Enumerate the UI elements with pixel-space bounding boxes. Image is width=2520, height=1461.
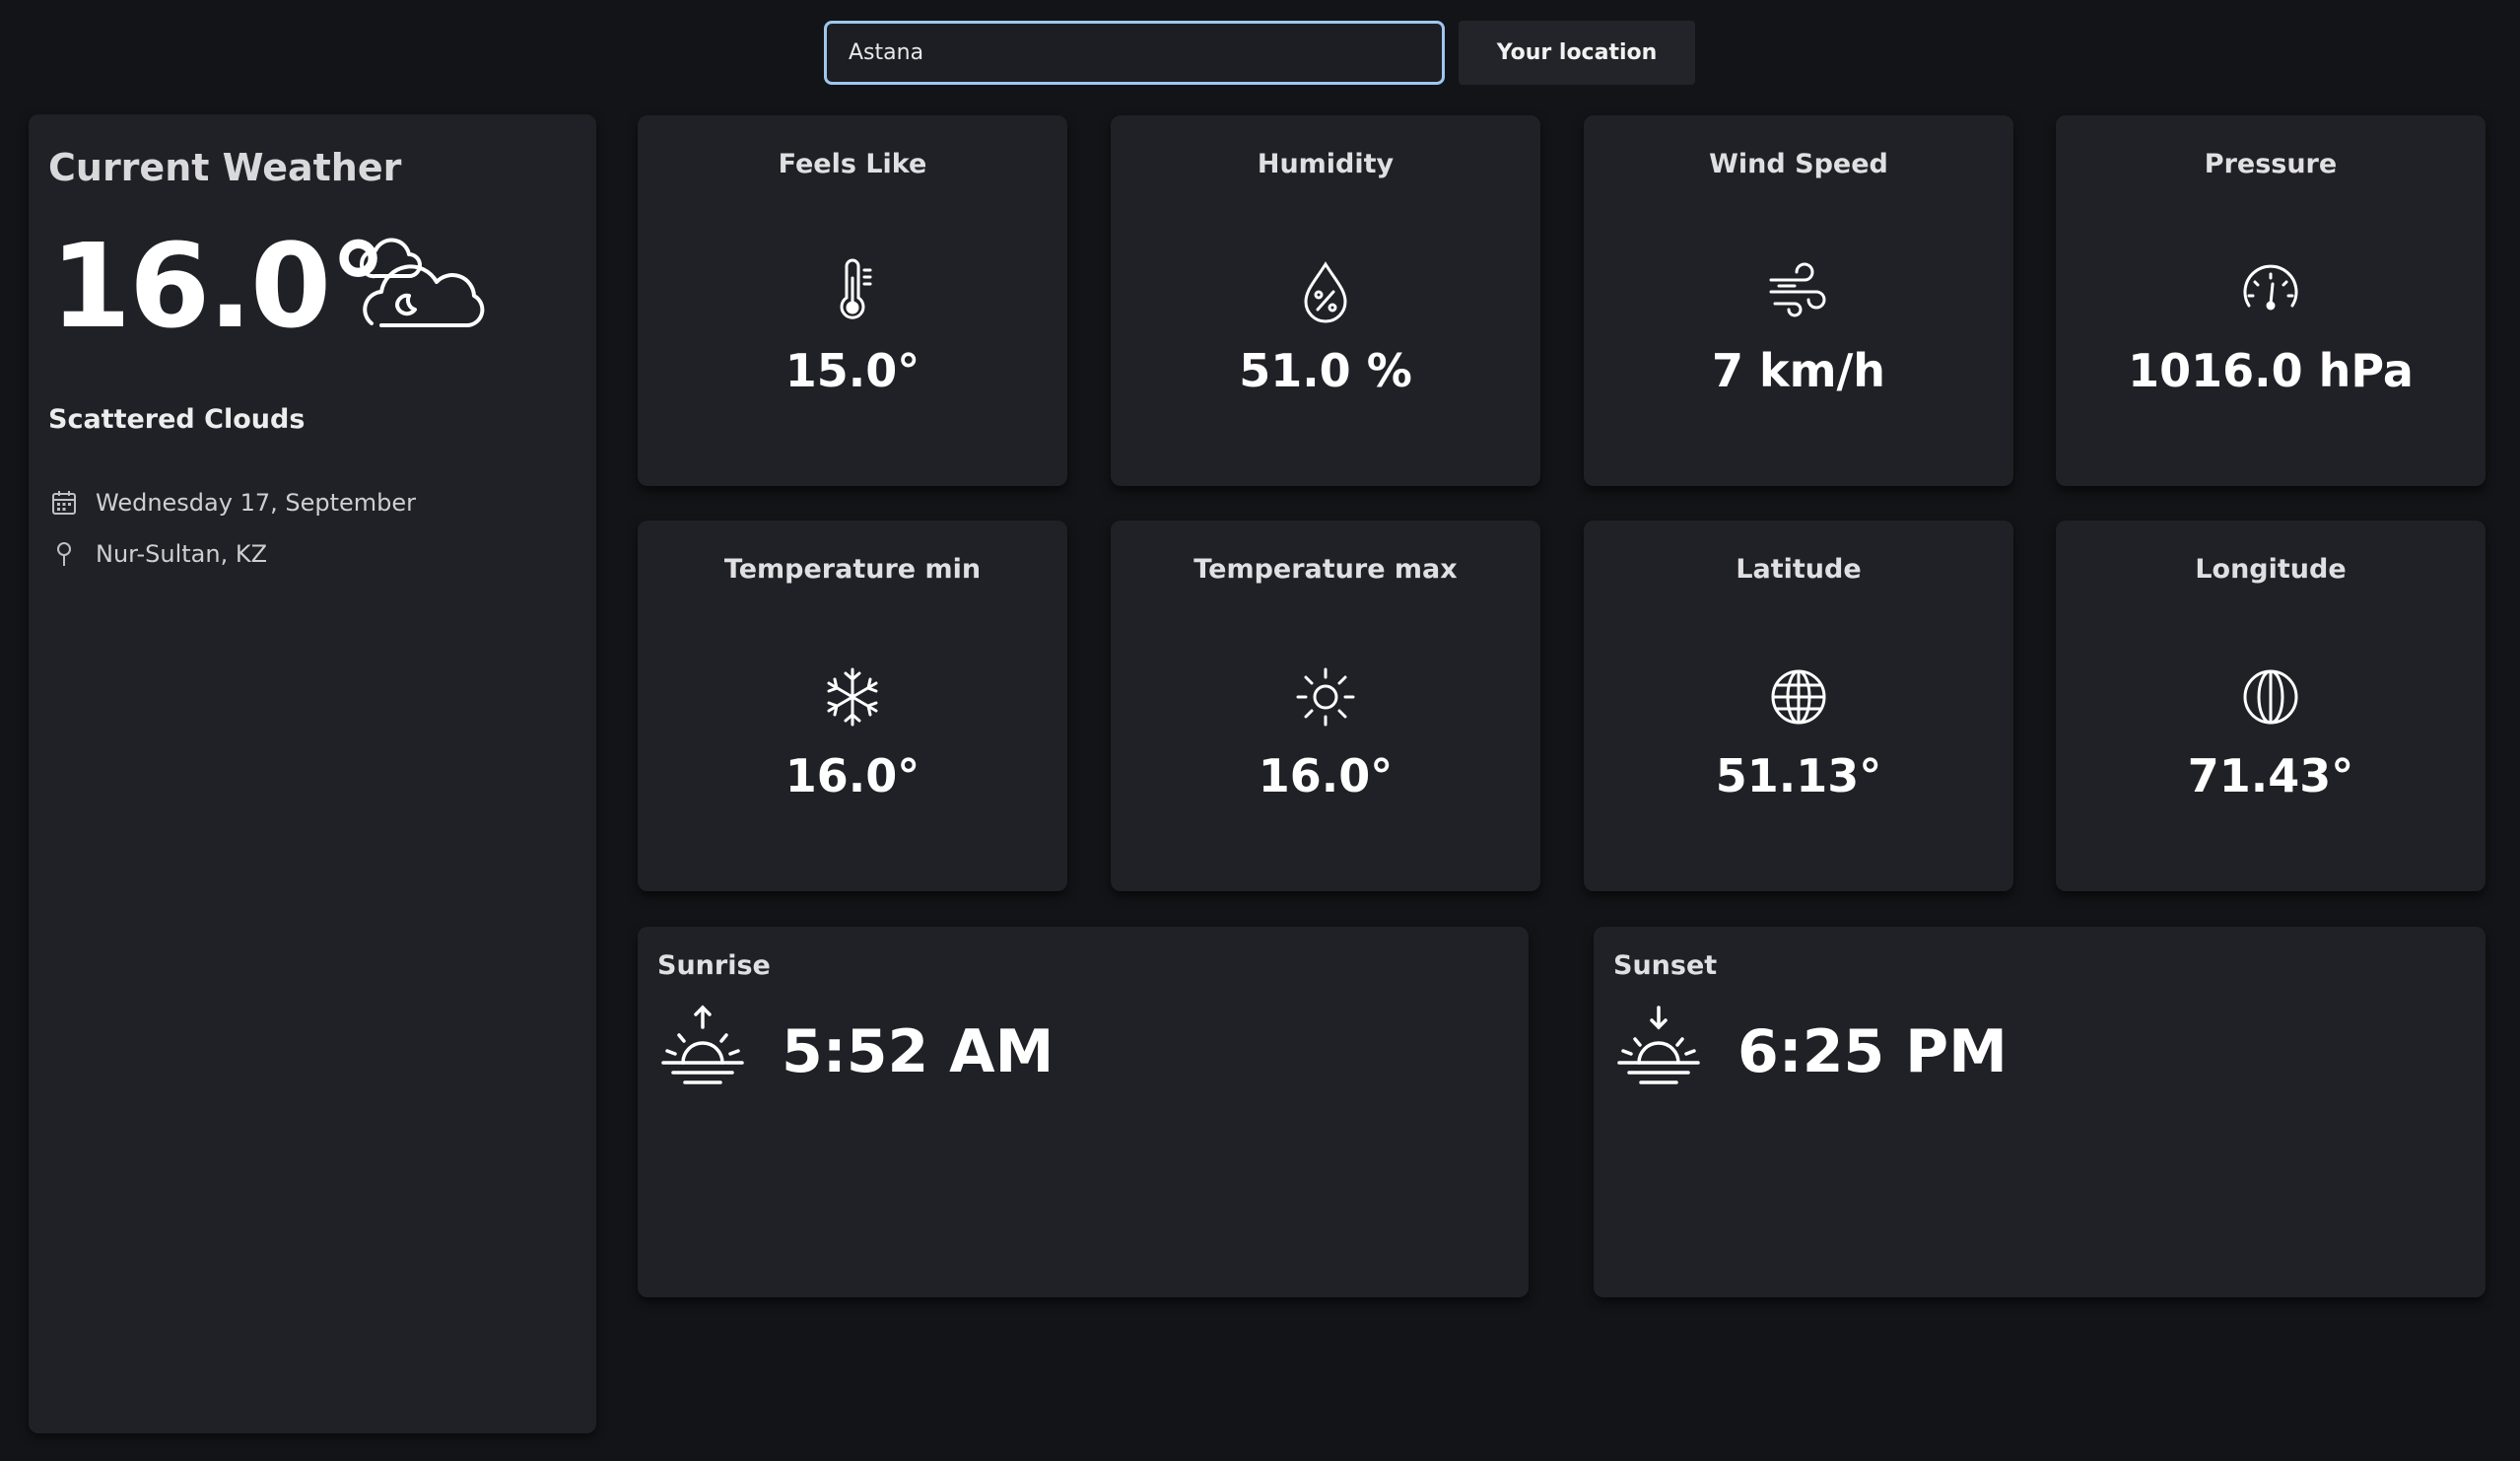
calendar-icon [52, 491, 76, 515]
current-weather-title: Current Weather [48, 146, 402, 189]
feels-like-card: Feels Like 15.0° [638, 115, 1067, 486]
card-value: 51.0 % [1239, 344, 1412, 397]
sunrise-time: 5:52 AM [782, 1017, 1055, 1086]
snowflake-icon [827, 667, 878, 727]
longitude-globe-icon [2243, 669, 2298, 725]
card-title: Latitude [1736, 554, 1862, 585]
card-value: 1016.0 hPa [2128, 344, 2414, 397]
date-row: Wednesday 17, September [50, 489, 416, 517]
card-title: Longitude [2195, 554, 2347, 585]
pressure-card: Pressure 1016.0 hPa [2056, 115, 2486, 486]
card-title: Humidity [1257, 149, 1395, 179]
card-title: Wind Speed [1709, 149, 1888, 179]
sunrise-card: Sunrise 5:52 AM [638, 927, 1529, 1297]
card-value: 71.43° [2187, 749, 2354, 802]
card-value: 51.13° [1715, 749, 1882, 802]
card-value: 15.0° [784, 344, 920, 397]
sunrise-icon [661, 1005, 744, 1084]
partly-cloudy-night-icon [359, 238, 485, 327]
sun-icon [1296, 667, 1355, 727]
sunset-time: 6:25 PM [1737, 1017, 2008, 1086]
weather-app: Your location Current Weather 16.0° Scat… [0, 0, 2520, 1461]
card-title: Temperature max [1193, 554, 1458, 585]
temperature-max-card: Temperature max 16.0° [1111, 521, 1540, 891]
humidity-card: Humidity 51.0 % [1111, 115, 1540, 486]
sunset-card: Sunset 6:25 PM [1594, 927, 2486, 1297]
latitude-card: Latitude 51.13° [1584, 521, 2013, 891]
card-value: 16.0° [784, 749, 920, 802]
gauge-icon [2243, 264, 2298, 311]
weather-condition: Scattered Clouds [48, 404, 306, 435]
card-value: 16.0° [1258, 749, 1394, 802]
current-location: Nur-Sultan, KZ [96, 540, 268, 568]
humidity-drop-icon [1304, 261, 1347, 323]
sunrise-title: Sunrise [657, 950, 771, 981]
globe-icon [1771, 669, 1826, 725]
sunset-icon [1617, 1006, 1700, 1084]
map-pin-icon [57, 542, 71, 566]
temperature-min-card: Temperature min 16.0° [638, 521, 1067, 891]
location-row: Nur-Sultan, KZ [50, 540, 267, 568]
card-title: Feels Like [778, 149, 927, 179]
current-date: Wednesday 17, September [96, 489, 417, 517]
thermometer-icon [840, 258, 872, 319]
card-title: Pressure [2204, 149, 2338, 179]
wind-speed-card: Wind Speed 7 km/h [1584, 115, 2013, 486]
card-value: 7 km/h [1711, 344, 1886, 397]
current-weather-panel: Current Weather 16.0° Scattered Clouds W… [29, 114, 596, 1433]
sunset-title: Sunset [1613, 950, 1718, 981]
current-temperature: 16.0° [50, 218, 387, 354]
longitude-card: Longitude 71.43° [2056, 521, 2486, 891]
city-search-input[interactable] [824, 21, 1445, 85]
your-location-button[interactable]: Your location [1459, 21, 1695, 85]
wind-icon [1769, 262, 1826, 317]
card-title: Temperature min [723, 554, 982, 585]
